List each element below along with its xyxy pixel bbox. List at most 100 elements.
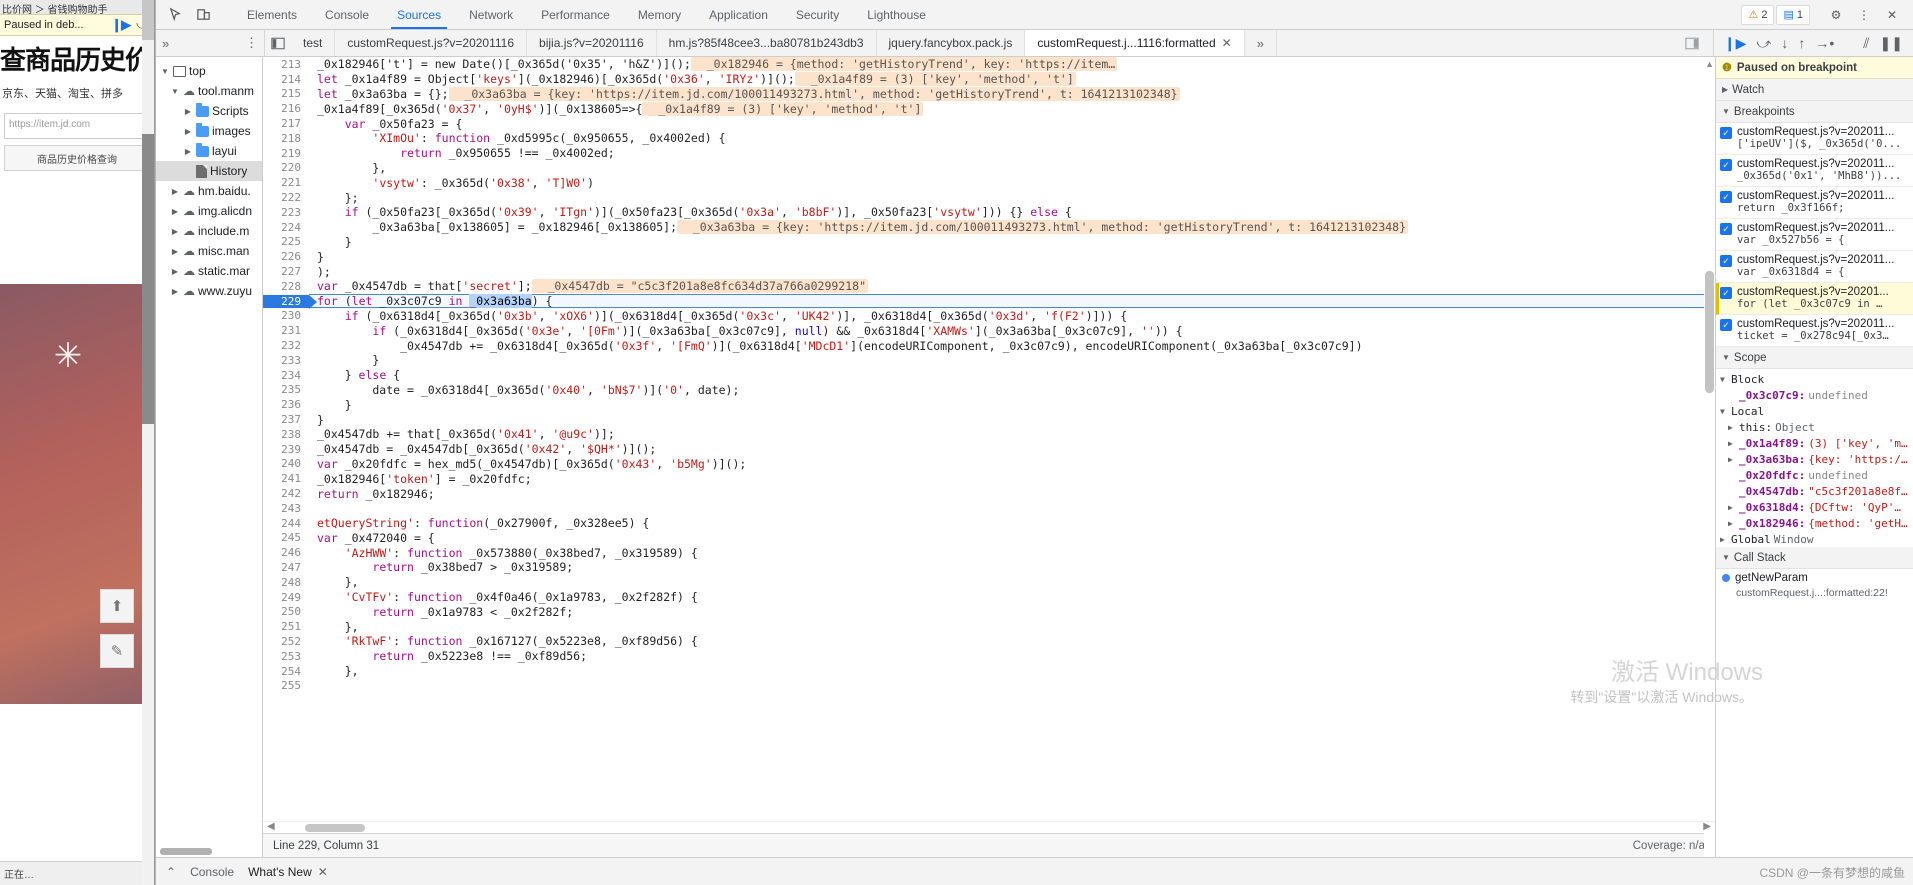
- line-number[interactable]: 228: [263, 279, 309, 293]
- scope-group[interactable]: ▼ Local: [1716, 403, 1913, 419]
- toggle-navigator-icon[interactable]: [265, 30, 291, 56]
- chevron-right-icon[interactable]: ▶: [183, 107, 193, 116]
- scope-group[interactable]: ▶ Global Window: [1716, 531, 1913, 547]
- scope-property[interactable]: ▶ this: Object: [1716, 419, 1913, 435]
- code-text[interactable]: }: [309, 250, 1715, 264]
- code-line[interactable]: 245 var _0x472040 = {: [263, 531, 1715, 546]
- code-text[interactable]: } else {: [309, 368, 1715, 382]
- code-line[interactable]: 232 _0x4547db += _0x6318d4[_0x365d('0x3f…: [263, 338, 1715, 353]
- tree-item-www-zuyu[interactable]: ▶ ☁ www.zuyu: [156, 281, 262, 301]
- tree-item-history-file[interactable]: ▶ History: [156, 161, 262, 181]
- line-number[interactable]: 223: [263, 205, 309, 219]
- chevron-right-icon[interactable]: ▶: [1728, 455, 1736, 464]
- chevron-down-icon[interactable]: ▼: [160, 67, 170, 76]
- drawer-tab-whats-new[interactable]: What's New ✕: [248, 865, 328, 879]
- close-devtools-icon[interactable]: ✕: [1879, 2, 1905, 28]
- scroll-up-arrow-icon[interactable]: ▲: [1705, 59, 1714, 69]
- tab-sources[interactable]: Sources: [383, 0, 455, 29]
- chevron-right-icon[interactable]: ▶: [1722, 85, 1728, 94]
- line-number[interactable]: 215: [263, 87, 309, 101]
- chevron-right-icon[interactable]: ▶: [1728, 439, 1736, 448]
- code-line[interactable]: 244 etQueryString': function(_0x27900f, _…: [263, 516, 1715, 531]
- line-number[interactable]: 227: [263, 265, 309, 279]
- code-line[interactable]: 235 date = _0x6318d4[_0x365d('0x40', 'bN…: [263, 383, 1715, 398]
- toggle-debugger-sidebar-icon[interactable]: [1679, 30, 1705, 56]
- settings-gear-icon[interactable]: ⚙: [1823, 2, 1849, 28]
- chevron-right-icon[interactable]: ▶: [1720, 535, 1728, 544]
- scope-property[interactable]: _0x3c07c9: undefined: [1716, 387, 1913, 403]
- file-tab-customrequest-formatted[interactable]: customRequest.j...1116:formatted ✕: [1025, 30, 1245, 56]
- code-text[interactable]: _0x182946['token'] = _0x20fdfc;: [309, 472, 1715, 486]
- editor-horizontal-scrollbar[interactable]: ◀ ▶: [263, 821, 1715, 833]
- code-text[interactable]: let _0x3a63ba = {}; _0x3a63ba = {key: 'h…: [309, 86, 1715, 101]
- code-text[interactable]: }: [309, 353, 1715, 367]
- line-number[interactable]: 229: [263, 294, 317, 309]
- resume-icon[interactable]: ❙▶: [111, 17, 131, 33]
- scope-group[interactable]: ▼ Block: [1716, 371, 1913, 387]
- breakpoint-item[interactable]: ✓ customRequest.js?v=202011... var _0x527b…: [1716, 219, 1913, 251]
- code-text[interactable]: 'vsytw': _0x365d('0x38', 'T]W0'): [309, 176, 1715, 190]
- breakpoints-section-header[interactable]: ▼ Breakpoints: [1716, 101, 1913, 123]
- breakpoint-item[interactable]: ✓ customRequest.js?v=202011... return _0x3…: [1716, 187, 1913, 219]
- close-icon[interactable]: ✕: [318, 865, 328, 879]
- code-line[interactable]: 223 if (_0x50fa23[_0x365d('0x39', 'ITgn'…: [263, 205, 1715, 220]
- editor-scrollbar-thumb[interactable]: [1705, 271, 1714, 393]
- deactivate-breakpoints-icon[interactable]: ⫽: [1863, 35, 1869, 52]
- chevron-right-icon[interactable]: ▶: [170, 267, 180, 276]
- line-number[interactable]: 245: [263, 531, 309, 545]
- line-number[interactable]: 242: [263, 487, 309, 500]
- line-number[interactable]: 238: [263, 427, 309, 441]
- code-text[interactable]: return _0x5223e8 !== _0xf89d56;: [309, 649, 1715, 663]
- chevron-right-icon[interactable]: ▶: [170, 287, 180, 296]
- code-text[interactable]: return _0x182946;: [309, 487, 1715, 501]
- code-line[interactable]: 230 if (_0x6318d4[_0x365d('0x3b', 'xOX6'…: [263, 309, 1715, 324]
- step-into-icon[interactable]: ↓: [1781, 35, 1788, 51]
- tree-item-layui[interactable]: ▶ layui: [156, 141, 262, 161]
- editor-hscrollbar-thumb[interactable]: [305, 824, 365, 832]
- code-line[interactable]: 251 },: [263, 619, 1715, 634]
- code-text[interactable]: return _0x1a9783 < _0x2f282f;: [309, 605, 1715, 619]
- code-line[interactable]: 228 var _0x4547db = that['secret']; _0x45…: [263, 279, 1715, 294]
- file-tab-hm[interactable]: hm.js?85f48cee3...ba80781b243db3: [656, 30, 877, 56]
- code-line[interactable]: 215 let _0x3a63ba = {}; _0x3a63ba = {key:…: [263, 86, 1715, 102]
- line-number[interactable]: 250: [263, 605, 309, 619]
- line-number[interactable]: 247: [263, 560, 309, 574]
- breakpoint-checkbox[interactable]: ✓: [1720, 287, 1732, 299]
- code-line[interactable]: 221 'vsytw': _0x365d('0x38', 'T]W0'): [263, 175, 1715, 190]
- code-text[interactable]: date = _0x6318d4[_0x365d('0x40', 'bN$7')…: [309, 383, 1715, 397]
- chevron-down-icon[interactable]: ▼: [1722, 353, 1730, 362]
- line-number[interactable]: 222: [263, 191, 309, 205]
- warning-count-badge[interactable]: ⚠ 2: [1741, 4, 1775, 25]
- code-line[interactable]: 249 'CvTFv': function _0x4f0a46(_0x1a978…: [263, 590, 1715, 605]
- code-line[interactable]: 239 _0x4547db = _0x4547db[_0x365d('0x42',…: [263, 442, 1715, 457]
- tree-item-hm-baidu[interactable]: ▶ ☁ hm.baidu.: [156, 181, 262, 201]
- line-number[interactable]: 243: [263, 501, 309, 515]
- breakpoint-checkbox[interactable]: ✓: [1720, 127, 1732, 139]
- code-text[interactable]: };: [309, 191, 1715, 205]
- code-text[interactable]: return _0x38bed7 > _0x319589;: [309, 560, 1715, 574]
- code-text[interactable]: _0x4547db = _0x4547db[_0x365d('0x42', '$…: [309, 442, 1715, 456]
- code-line[interactable]: 250 return _0x1a9783 < _0x2f282f;: [263, 604, 1715, 619]
- back-to-top-button[interactable]: ⬆: [100, 589, 134, 623]
- chevron-down-icon[interactable]: ▼: [1722, 107, 1730, 116]
- line-number[interactable]: 232: [263, 339, 309, 353]
- url-input[interactable]: https://item.jd.com: [4, 113, 150, 139]
- chevron-down-icon[interactable]: ▼: [1720, 407, 1728, 416]
- chevron-down-icon[interactable]: ▼: [1722, 553, 1730, 562]
- line-number[interactable]: 214: [263, 72, 309, 86]
- line-number[interactable]: 218: [263, 131, 309, 145]
- tree-item-img-alicdn[interactable]: ▶ ☁ img.alicdn: [156, 201, 262, 221]
- tree-item-include[interactable]: ▶ ☁ include.m: [156, 221, 262, 241]
- code-text[interactable]: var _0x50fa23 = {: [309, 117, 1715, 131]
- tab-lighthouse[interactable]: Lighthouse: [853, 0, 940, 29]
- tree-item-images[interactable]: ▶ images: [156, 121, 262, 141]
- tab-elements[interactable]: Elements: [233, 0, 311, 29]
- code-line[interactable]: 253 return _0x5223e8 !== _0xf89d56;: [263, 649, 1715, 664]
- code-text[interactable]: return _0x950655 !== _0x4002ed;: [309, 146, 1715, 160]
- chevron-right-icon[interactable]: ▶: [170, 207, 180, 216]
- code-text[interactable]: var _0x4547db = that['secret']; _0x4547d…: [309, 279, 1715, 294]
- file-tab-customrequest[interactable]: customRequest.js?v=20201116: [335, 30, 528, 56]
- code-text[interactable]: etQueryString': function(_0x27900f, _0x3…: [309, 516, 1715, 530]
- device-toolbar-icon[interactable]: [190, 2, 216, 28]
- feedback-pen-button[interactable]: ✎: [100, 634, 134, 668]
